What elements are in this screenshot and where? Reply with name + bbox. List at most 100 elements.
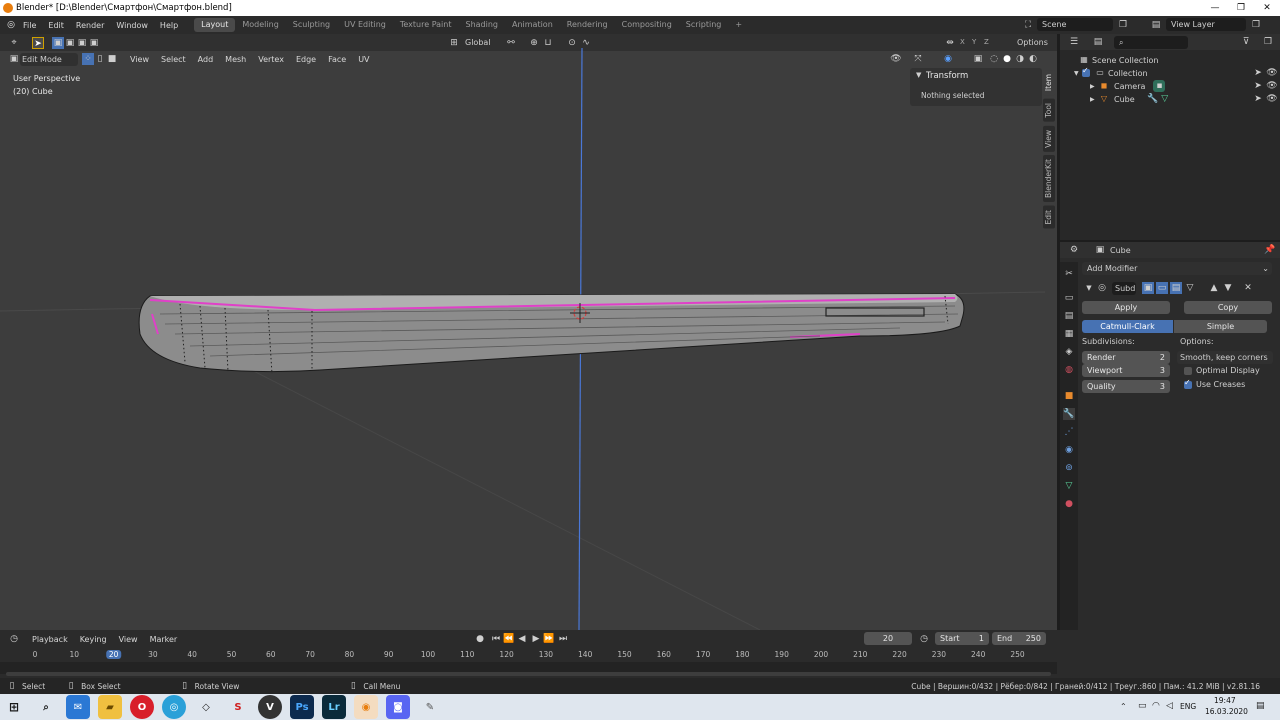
app-v-icon[interactable]: V	[258, 695, 282, 719]
current-frame-field[interactable]: 20	[864, 632, 912, 645]
tool-tab-icon[interactable]: ✂	[1063, 268, 1075, 280]
render-tab-icon[interactable]: ▭	[1063, 292, 1075, 304]
simple-button[interactable]: Simple	[1174, 320, 1267, 333]
tab-rendering[interactable]: Rendering	[560, 18, 615, 32]
network-icon[interactable]: ▭	[1138, 701, 1147, 711]
new-collection-icon[interactable]: ❐	[1262, 36, 1274, 48]
tab-sculpting[interactable]: Sculpting	[286, 18, 337, 32]
outliner-search-input[interactable]: ⌕	[1114, 35, 1188, 49]
menu-edit[interactable]: Edit	[42, 21, 70, 30]
blender-menu-icon[interactable]: ◎	[5, 19, 17, 31]
timeline-editor-icon[interactable]: ◷	[8, 633, 20, 645]
tab-texture-paint[interactable]: Texture Paint	[393, 18, 459, 32]
timeline-scrollbar[interactable]	[6, 672, 1051, 676]
app-feather-icon[interactable]: ✎	[418, 695, 442, 719]
volume-icon[interactable]: ◁	[1166, 701, 1173, 711]
constraints-tab-icon[interactable]: ⊚	[1063, 462, 1075, 474]
menu-render[interactable]: Render	[70, 21, 110, 30]
timeline-menu-keying[interactable]: Keying	[74, 635, 113, 644]
search-icon[interactable]: ⌕	[34, 695, 58, 719]
transform-panel-title[interactable]: Transform	[926, 71, 968, 81]
output-tab-icon[interactable]: ▤	[1063, 310, 1075, 322]
viewport-levels-field[interactable]: Viewport 3	[1082, 364, 1170, 377]
play-reverse-icon[interactable]: ◀	[516, 633, 528, 645]
properties-editor-icon[interactable]: ⚙	[1068, 244, 1080, 256]
camera-select-icon[interactable]: ➤	[1252, 80, 1264, 92]
object-tab-icon[interactable]: ■	[1063, 390, 1075, 402]
transform-collapse-icon[interactable]: ▼	[916, 71, 921, 79]
optimal-display-checkbox[interactable]	[1184, 366, 1192, 375]
minimize-button[interactable]: —	[1202, 0, 1228, 16]
jump-start-icon[interactable]: ⏮	[490, 633, 502, 645]
viewport-toggle-icon[interactable]: ▭	[1156, 282, 1168, 294]
timeline-menu-view[interactable]: View	[113, 635, 144, 644]
explorer-icon[interactable]: ▰	[98, 695, 122, 719]
notification-icon[interactable]: ▤	[1256, 701, 1265, 711]
next-keyframe-icon[interactable]: ⏩	[543, 633, 555, 645]
scene-tab-icon[interactable]: ◈	[1063, 346, 1075, 358]
collection-checkbox[interactable]	[1082, 66, 1090, 77]
add-workspace-button[interactable]: +	[728, 18, 749, 32]
mail-icon[interactable]: ✉	[66, 695, 90, 719]
modifier-name-field[interactable]: Subd	[1112, 281, 1136, 295]
outliner-root[interactable]: ▦ Scene Collection	[1078, 54, 1158, 66]
scene-field[interactable]: Scene	[1037, 18, 1113, 31]
menu-window[interactable]: Window	[110, 21, 154, 30]
expand-icon[interactable]: ▼	[1074, 70, 1082, 77]
record-icon[interactable]: ●	[474, 633, 486, 645]
modifier-collapse-icon[interactable]: ▼	[1082, 284, 1096, 292]
optimal-display-option[interactable]: Optimal Display	[1184, 366, 1260, 375]
keyboard-language[interactable]: ENG	[1180, 702, 1196, 711]
render-toggle-icon[interactable]: ▤	[1170, 282, 1182, 294]
expand-icon[interactable]: ▶	[1090, 83, 1098, 90]
viewport-3d[interactable]: ⌖ ➤ ▣ ▣ ▣ ▣ ⊞ Global ⚯ ⊕ ⊔ ⊙ ∿ ⇹ X Y Z O…	[0, 34, 1057, 630]
physics-tab-icon[interactable]: ◉	[1063, 444, 1075, 456]
move-down-icon[interactable]: ▼	[1222, 282, 1234, 294]
pin-icon[interactable]: 📌	[1264, 244, 1276, 256]
tab-layout[interactable]: Layout	[194, 18, 236, 32]
collection-eye-icon[interactable]: 👁	[1266, 67, 1278, 79]
cube-eye-icon[interactable]: 👁	[1266, 93, 1278, 105]
view-layer-field[interactable]: View Layer	[1166, 18, 1246, 31]
outliner-item-camera[interactable]: ▶ ◼ Camera ▪ ➤ 👁	[1090, 80, 1278, 92]
npanel-tab-blenderkit[interactable]: BlenderKit	[1043, 155, 1055, 203]
outliner-item-cube[interactable]: ▶ ▽ Cube 🔧 ▽ ➤ 👁	[1090, 93, 1278, 105]
blender-taskbar-icon[interactable]: ◉	[354, 695, 378, 719]
tab-animation[interactable]: Animation	[505, 18, 560, 32]
outliner-collection[interactable]: ▼ ▭ Collection ➤ 👁	[1074, 66, 1278, 79]
wifi-icon[interactable]: ◠	[1152, 701, 1160, 711]
unity-icon[interactable]: ◇	[194, 695, 218, 719]
clock-date[interactable]: 16.03.2020	[1205, 707, 1248, 716]
tray-chevron-icon[interactable]: ⌃	[1120, 702, 1127, 711]
tab-scripting[interactable]: Scripting	[679, 18, 729, 32]
material-tab-icon[interactable]: ●	[1063, 498, 1075, 510]
camera-eye-icon[interactable]: 👁	[1266, 80, 1278, 92]
lightroom-icon[interactable]: Lr	[322, 695, 346, 719]
clock-time[interactable]: 19:47	[1214, 696, 1236, 705]
menu-file[interactable]: File	[17, 21, 42, 30]
discord-icon[interactable]: ◙	[386, 695, 410, 719]
tab-shading[interactable]: Shading	[458, 18, 505, 32]
use-creases-option[interactable]: Use Creases	[1184, 378, 1245, 389]
outliner-editor-icon[interactable]: ☰	[1068, 36, 1080, 48]
prev-keyframe-icon[interactable]: ⏪	[503, 633, 515, 645]
remove-modifier-icon[interactable]: ✕	[1242, 282, 1254, 294]
menu-help[interactable]: Help	[154, 21, 184, 30]
npanel-tab-edit[interactable]: Edit	[1043, 206, 1055, 229]
world-tab-icon[interactable]: ◍	[1063, 364, 1075, 376]
play-icon[interactable]: ▶	[530, 633, 542, 645]
modifier-tab-icon[interactable]: 🔧	[1063, 408, 1075, 420]
preview-range-icon[interactable]: ◷	[918, 633, 930, 645]
editmode-toggle-icon[interactable]: ▣	[1142, 282, 1154, 294]
data-tab-icon[interactable]: ▽	[1063, 480, 1075, 492]
app-s-icon[interactable]: S	[226, 695, 250, 719]
apply-button[interactable]: Apply	[1082, 301, 1170, 314]
timeline-menu-marker[interactable]: Marker	[144, 635, 184, 644]
close-button[interactable]: ✕	[1254, 0, 1280, 16]
scene-copy-icon[interactable]: ❐	[1117, 19, 1129, 31]
view-layer-copy-icon[interactable]: ❐	[1250, 19, 1262, 31]
expand-icon[interactable]: ▶	[1090, 96, 1098, 103]
use-creases-checkbox[interactable]	[1184, 378, 1192, 389]
tab-modeling[interactable]: Modeling	[235, 18, 285, 32]
browser-icon[interactable]: ◎	[162, 695, 186, 719]
